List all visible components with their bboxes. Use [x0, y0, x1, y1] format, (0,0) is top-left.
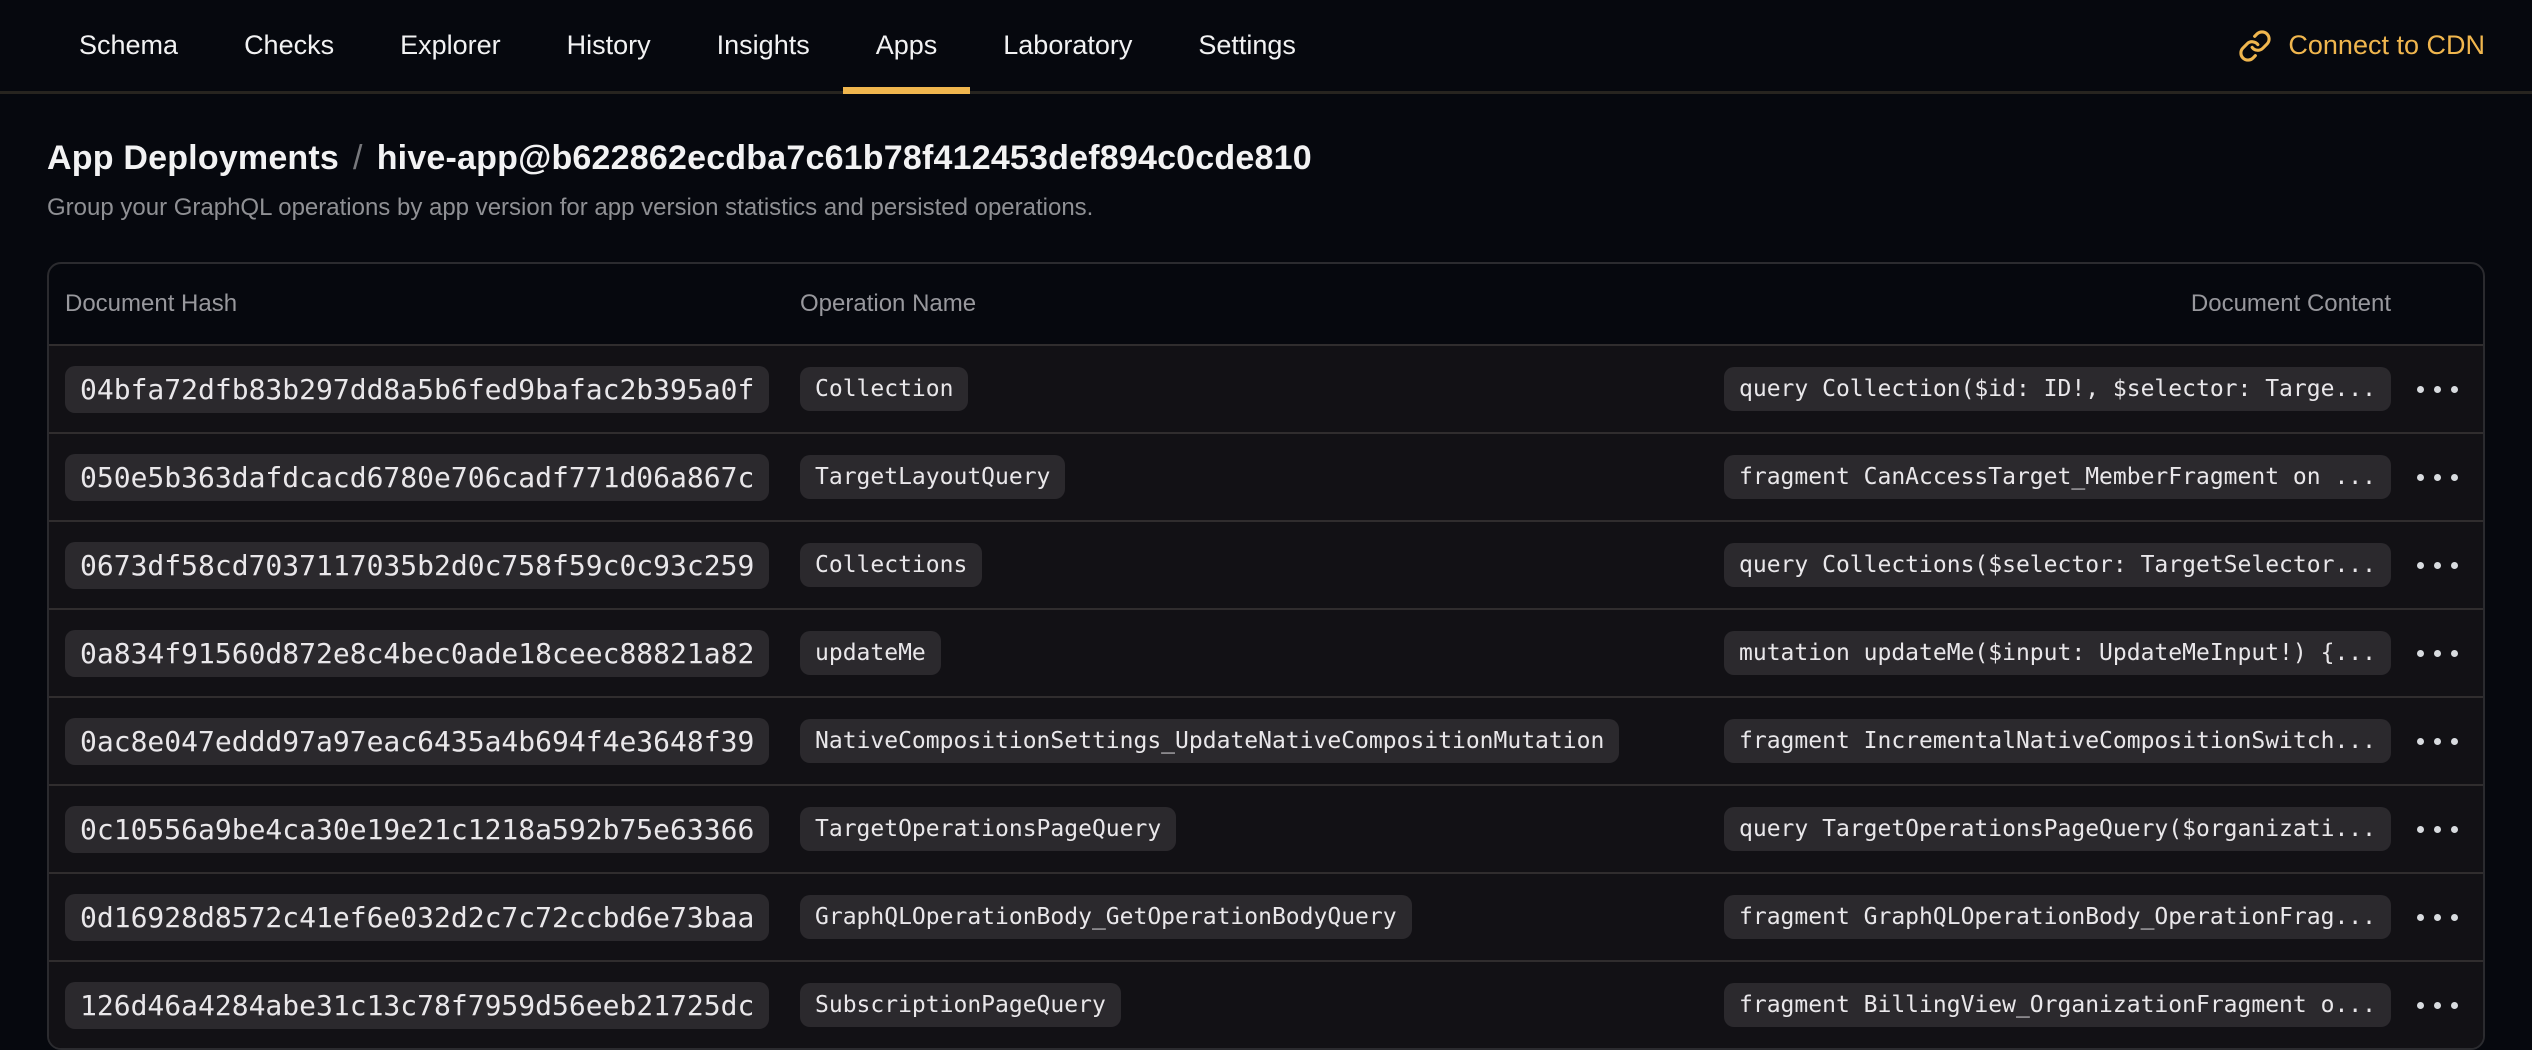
- nav-tabs: SchemaChecksExplorerHistoryInsightsAppsL…: [46, 0, 1329, 91]
- document-hash-value: 126d46a4284abe31c13c78f7959d56eeb21725dc: [65, 982, 769, 1029]
- row-actions-button[interactable]: [2407, 816, 2468, 843]
- operation-name-value: SubscriptionPageQuery: [800, 983, 1121, 1027]
- row-actions-button[interactable]: [2407, 992, 2468, 1019]
- nav-tab-apps[interactable]: Apps: [843, 0, 971, 91]
- document-hash-value: 0a834f91560d872e8c4bec0ade18ceec88821a82: [65, 630, 769, 677]
- row-actions-button[interactable]: [2407, 464, 2468, 491]
- document-hash-value: 0d16928d8572c41ef6e032d2c7c72ccbd6e73baa: [65, 894, 769, 941]
- operation-name-value: Collections: [800, 543, 982, 587]
- table-row: 0c10556a9be4ca30e19e21c1218a592b75e63366…: [49, 784, 2483, 872]
- connect-to-cdn-label: Connect to CDN: [2288, 30, 2485, 61]
- row-actions-button[interactable]: [2407, 728, 2468, 755]
- page-subtitle: Group your GraphQL operations by app ver…: [47, 194, 2485, 222]
- operation-name-value: updateMe: [800, 631, 941, 675]
- breadcrumb-app-deployments[interactable]: App Deployments: [47, 139, 339, 178]
- document-content-preview: fragment IncrementalNativeCompositionSwi…: [1724, 719, 2391, 763]
- document-hash-value: 0673df58cd7037117035b2d0c758f59c0c93c259: [65, 542, 769, 589]
- row-actions-button[interactable]: [2407, 552, 2468, 579]
- row-actions-button[interactable]: [2407, 904, 2468, 931]
- breadcrumb-separator: /: [353, 139, 363, 178]
- document-content-preview: mutation updateMe($input: UpdateMeInput!…: [1724, 631, 2391, 675]
- nav-tab-insights[interactable]: Insights: [684, 0, 843, 91]
- main-content: App Deployments / hive-app@b622862ecdba7…: [0, 139, 2532, 1050]
- ellipsis-icon: [2417, 386, 2458, 393]
- document-content-preview: fragment GraphQLOperationBody_OperationF…: [1724, 895, 2391, 939]
- ellipsis-icon: [2417, 650, 2458, 657]
- operation-name-value: GraphQLOperationBody_GetOperationBodyQue…: [800, 895, 1412, 939]
- nav-tab-explorer[interactable]: Explorer: [367, 0, 534, 91]
- document-hash-value: 04bfa72dfb83b297dd8a5b6fed9bafac2b395a0f: [65, 366, 769, 413]
- document-content-preview: query Collection($id: ID!, $selector: Ta…: [1724, 367, 2391, 411]
- table-row: 050e5b363dafdcacd6780e706cadf771d06a867c…: [49, 432, 2483, 520]
- top-nav: SchemaChecksExplorerHistoryInsightsAppsL…: [0, 0, 2532, 94]
- ellipsis-icon: [2417, 914, 2458, 921]
- nav-tab-checks[interactable]: Checks: [211, 0, 367, 91]
- table-row: 126d46a4284abe31c13c78f7959d56eeb21725dc…: [49, 960, 2483, 1048]
- nav-tab-settings[interactable]: Settings: [1165, 0, 1329, 91]
- operation-name-value: NativeCompositionSettings_UpdateNativeCo…: [800, 719, 1619, 763]
- document-content-preview: query TargetOperationsPageQuery($organiz…: [1724, 807, 2391, 851]
- nav-tab-laboratory[interactable]: Laboratory: [970, 0, 1165, 91]
- connect-to-cdn-link[interactable]: Connect to CDN: [2238, 0, 2485, 91]
- document-content-preview: fragment CanAccessTarget_MemberFragment …: [1724, 455, 2391, 499]
- operation-name-value: TargetOperationsPageQuery: [800, 807, 1176, 851]
- chain-link-icon: [2238, 29, 2272, 63]
- table-row: 0d16928d8572c41ef6e032d2c7c72ccbd6e73baa…: [49, 872, 2483, 960]
- row-actions-button[interactable]: [2407, 376, 2468, 403]
- ellipsis-icon: [2417, 1002, 2458, 1009]
- ellipsis-icon: [2417, 826, 2458, 833]
- table-body: 04bfa72dfb83b297dd8a5b6fed9bafac2b395a0f…: [49, 344, 2483, 1048]
- table-row: 0ac8e047eddd97a97eac6435a4b694f4e3648f39…: [49, 696, 2483, 784]
- ellipsis-icon: [2417, 562, 2458, 569]
- row-actions-button[interactable]: [2407, 640, 2468, 667]
- table-header-row: Document Hash Operation Name Document Co…: [49, 264, 2483, 344]
- column-header-document-hash: Document Hash: [49, 290, 784, 318]
- document-content-preview: fragment BillingView_OrganizationFragmen…: [1724, 983, 2391, 1027]
- document-hash-value: 0ac8e047eddd97a97eac6435a4b694f4e3648f39: [65, 718, 769, 765]
- breadcrumb: App Deployments / hive-app@b622862ecdba7…: [47, 139, 2485, 178]
- operation-name-value: Collection: [800, 367, 968, 411]
- ellipsis-icon: [2417, 738, 2458, 745]
- table-row: 0673df58cd7037117035b2d0c758f59c0c93c259…: [49, 520, 2483, 608]
- breadcrumb-current-deployment: hive-app@b622862ecdba7c61b78f412453def89…: [377, 139, 1312, 178]
- operation-name-value: TargetLayoutQuery: [800, 455, 1065, 499]
- table-row: 0a834f91560d872e8c4bec0ade18ceec88821a82…: [49, 608, 2483, 696]
- document-hash-value: 0c10556a9be4ca30e19e21c1218a592b75e63366: [65, 806, 769, 853]
- document-content-preview: query Collections($selector: TargetSelec…: [1724, 543, 2391, 587]
- ellipsis-icon: [2417, 474, 2458, 481]
- nav-tab-schema[interactable]: Schema: [46, 0, 211, 91]
- column-header-operation-name: Operation Name: [784, 290, 1694, 318]
- table-row: 04bfa72dfb83b297dd8a5b6fed9bafac2b395a0f…: [49, 344, 2483, 432]
- deployments-table: Document Hash Operation Name Document Co…: [47, 262, 2485, 1050]
- nav-tab-history[interactable]: History: [534, 0, 684, 91]
- column-header-document-content: Document Content: [1694, 290, 2391, 318]
- document-hash-value: 050e5b363dafdcacd6780e706cadf771d06a867c: [65, 454, 769, 501]
